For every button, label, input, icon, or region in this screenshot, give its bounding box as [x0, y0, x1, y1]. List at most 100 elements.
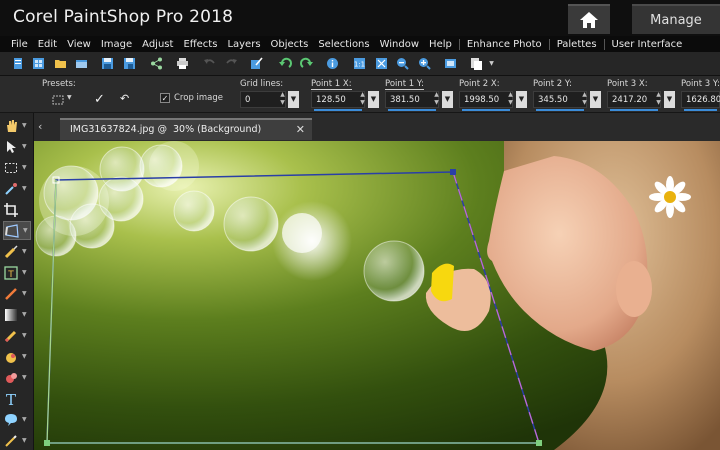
grid-lines-dropdown[interactable]: ▼	[288, 91, 299, 108]
menu-palettes[interactable]: Palettes	[552, 39, 602, 50]
tool-move[interactable]: ▼	[3, 242, 31, 261]
field-focus-bar	[462, 109, 510, 111]
menu-view[interactable]: View	[62, 39, 96, 50]
save-icon[interactable]	[101, 57, 114, 70]
tool-text[interactable]: T	[3, 389, 31, 408]
point1-x-dropdown[interactable]: ▼	[368, 91, 379, 108]
print-icon[interactable]	[176, 57, 189, 70]
home-button[interactable]	[568, 4, 610, 34]
menu-bar: File Edit View Image Adjust Effects Laye…	[0, 36, 720, 52]
menu-window[interactable]: Window	[375, 39, 424, 50]
tool-picture-tube[interactable]: ▼	[3, 368, 31, 387]
menu-objects[interactable]: Objects	[266, 39, 314, 50]
point1-y-field[interactable]: 381.50	[385, 91, 439, 111]
menu-edit[interactable]: Edit	[33, 39, 62, 50]
tool-shape[interactable]: ▼	[3, 410, 31, 429]
menu-image[interactable]: Image	[96, 39, 137, 50]
image-canvas[interactable]	[34, 141, 720, 450]
tool-pick[interactable]: ▼	[3, 137, 31, 156]
point3-x-value: 2417.20	[612, 95, 648, 105]
menu-adjust[interactable]: Adjust	[137, 39, 178, 50]
chevron-left-icon[interactable]: ‹	[38, 120, 42, 133]
menu-selections[interactable]: Selections	[313, 39, 374, 50]
point1-x-label: Point 1 X:	[311, 79, 352, 90]
point1-y-label: Point 1 Y:	[385, 79, 424, 90]
menu-effects[interactable]: Effects	[178, 39, 222, 50]
point3-x-field[interactable]: 2417.20	[607, 91, 661, 111]
field-focus-bar	[388, 109, 436, 111]
info-icon[interactable]	[326, 57, 339, 70]
tool-selection[interactable]: ▼	[3, 158, 31, 177]
red-eye-icon	[3, 286, 19, 302]
point1-x-field[interactable]: 128.50	[311, 91, 365, 111]
pick-icon	[3, 139, 19, 155]
dropper-icon	[3, 181, 19, 197]
reset-icon[interactable]: ↶	[120, 92, 129, 105]
point2-x-field[interactable]: 1998.50	[459, 91, 513, 111]
zoom-in-icon[interactable]	[418, 57, 431, 70]
shape-icon	[3, 412, 19, 428]
paste-icon[interactable]	[470, 57, 483, 70]
save-as-icon[interactable]	[123, 57, 136, 70]
rotate-right-icon[interactable]	[300, 57, 313, 70]
menu-layers[interactable]: Layers	[222, 39, 265, 50]
tool-paint-brush[interactable]: ▼	[3, 326, 31, 345]
paste-dropdown-icon[interactable]: ▼	[485, 57, 498, 70]
point1-y-dropdown[interactable]: ▼	[442, 91, 453, 108]
point2-x-value: 1998.50	[464, 95, 500, 105]
tool-crop[interactable]	[3, 200, 31, 219]
point3-y-label: Point 3 Y:	[681, 79, 720, 89]
fullscreen-icon[interactable]	[444, 57, 457, 70]
edit-icon[interactable]	[250, 57, 263, 70]
point2-y-field[interactable]: 345.50	[533, 91, 587, 111]
svg-text:T: T	[7, 270, 14, 280]
tool-gradient[interactable]: ▼	[3, 305, 31, 324]
menu-help[interactable]: Help	[424, 39, 457, 50]
point1-x-spinner[interactable]: ▲ ▼	[358, 91, 367, 108]
tool-perspective-correction[interactable]: ▼	[3, 221, 31, 240]
picture-tube-icon	[3, 370, 19, 386]
point2-x-spinner[interactable]: ▲ ▼	[506, 91, 515, 108]
menu-divider	[548, 38, 550, 50]
svg-text:1:1: 1:1	[354, 61, 365, 69]
menu-enhance-photo[interactable]: Enhance Photo	[462, 39, 547, 50]
point2-y-spinner[interactable]: ▲ ▼	[580, 91, 589, 108]
point2-y-label: Point 2 Y:	[533, 79, 572, 89]
crop-image-label: Crop image	[174, 93, 224, 103]
tool-pan[interactable]: ▼	[3, 116, 31, 135]
scan-icon[interactable]	[75, 57, 88, 70]
menu-file[interactable]: File	[6, 39, 33, 50]
manage-tab[interactable]: Manage	[632, 4, 720, 34]
apply-checkmark-icon[interactable]: ✓	[94, 92, 105, 107]
fit-icon[interactable]	[375, 57, 388, 70]
point3-y-field[interactable]: 1626.80	[681, 91, 720, 111]
open-icon[interactable]	[32, 57, 45, 70]
new-icon[interactable]	[11, 57, 24, 70]
share-icon[interactable]	[150, 57, 163, 70]
tool-dropper[interactable]: ▼	[3, 179, 31, 198]
folder-icon[interactable]	[54, 57, 67, 70]
zoom-out-icon[interactable]	[396, 57, 409, 70]
document-tab[interactable]: IMG31637824.jpg @ 30% (Background) ✕	[60, 118, 312, 140]
point3-x-dropdown[interactable]: ▼	[664, 91, 675, 108]
close-icon[interactable]: ✕	[296, 123, 305, 136]
crop-preset-icon	[52, 95, 64, 105]
menu-user-interface[interactable]: User Interface	[607, 39, 688, 50]
tool-fill[interactable]: ▼	[3, 347, 31, 366]
tool-straighten[interactable]: T ▼	[3, 263, 31, 282]
actual-size-icon[interactable]: 1:1	[353, 57, 366, 70]
point2-x-dropdown[interactable]: ▼	[516, 91, 527, 108]
point2-y-dropdown[interactable]: ▼	[590, 91, 601, 108]
rotate-left-icon[interactable]	[279, 57, 292, 70]
tool-pen[interactable]: ▼	[3, 431, 31, 450]
tool-red-eye[interactable]: ▼	[3, 284, 31, 303]
fill-icon	[3, 349, 19, 365]
undo-icon[interactable]	[203, 57, 216, 70]
grid-lines-spinner[interactable]: ▲ ▼	[278, 91, 287, 108]
point1-y-spinner[interactable]: ▲ ▼	[432, 91, 441, 108]
redo-icon[interactable]	[225, 57, 238, 70]
point3-x-spinner[interactable]: ▲ ▼	[654, 91, 663, 108]
title-bar: Corel PaintShop Pro 2018 Manage	[0, 0, 720, 36]
crop-image-checkbox[interactable]: ✓	[160, 93, 170, 103]
presets-dropdown[interactable]: ▼	[52, 93, 74, 107]
